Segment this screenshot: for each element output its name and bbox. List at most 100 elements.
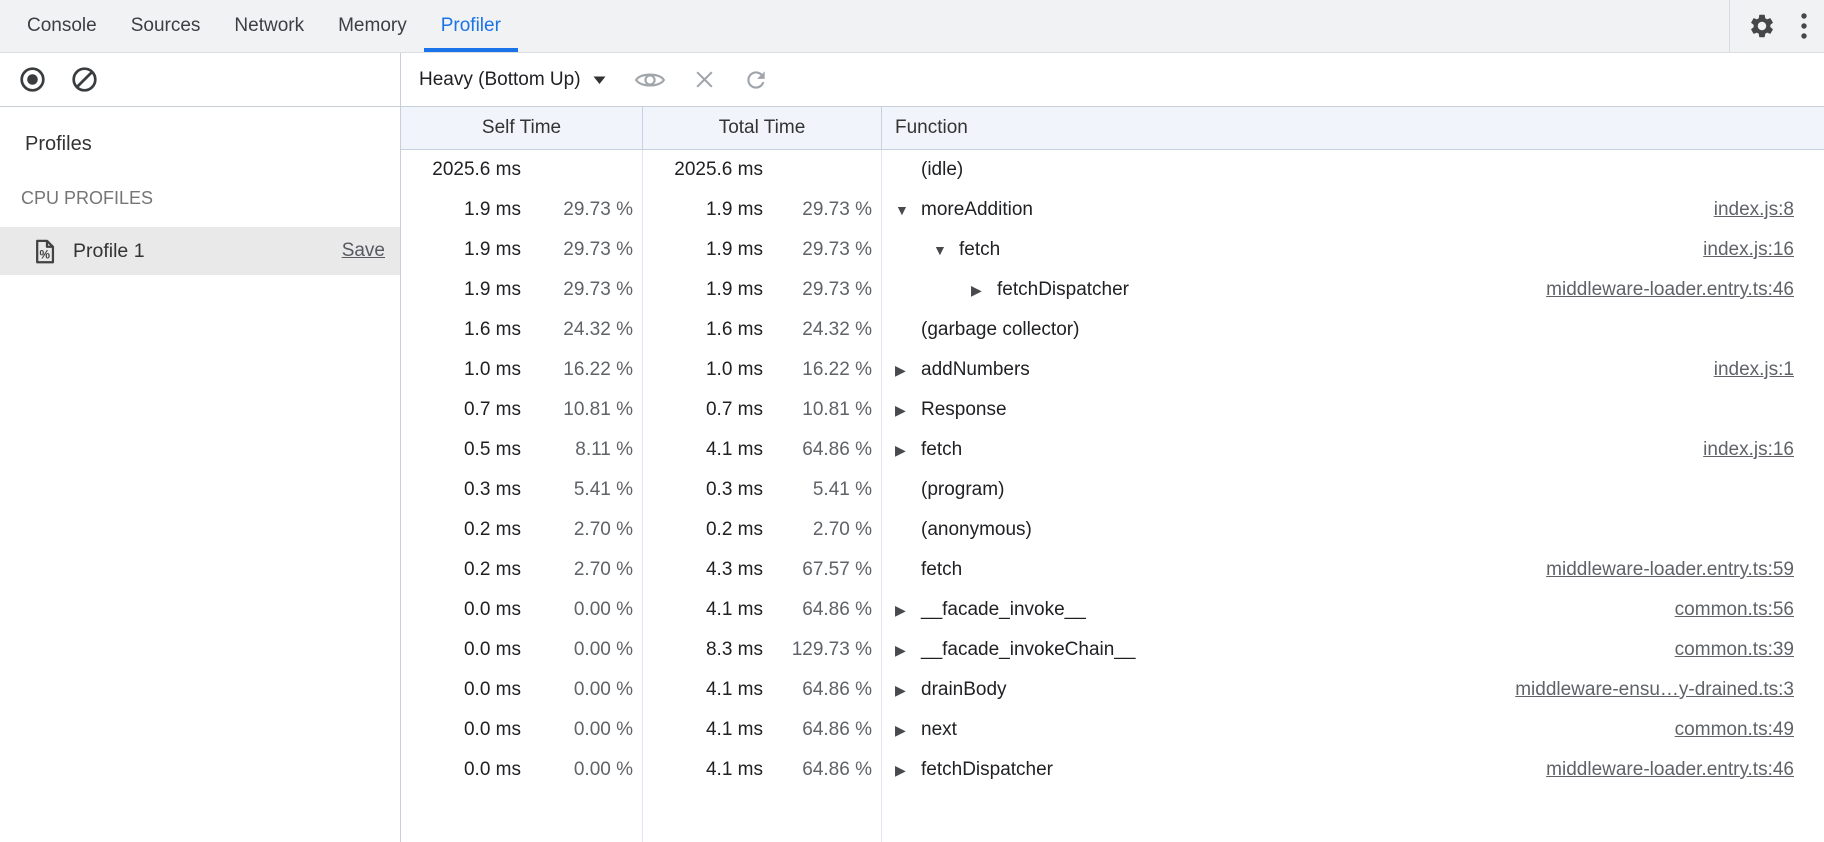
source-location-link[interactable]: common.ts:49 [1675, 719, 1794, 741]
profile-name: Profile 1 [73, 240, 145, 263]
column-header-function[interactable]: Function [882, 107, 1824, 149]
self-time-cell: 0.0 ms0.00 % [401, 630, 643, 670]
tab-network[interactable]: Network [217, 0, 321, 52]
source-location-link[interactable]: middleware-loader.entry.ts:59 [1546, 559, 1794, 581]
table-row[interactable]: 0.0 ms0.00 %4.1 ms64.86 %▶nextcommon.ts:… [401, 710, 1824, 750]
total-time-percent: 29.73 % [763, 279, 881, 301]
function-cell: (anonymous) [882, 510, 1824, 550]
self-time-cell: 0.2 ms2.70 % [401, 550, 643, 590]
chevron-right-icon[interactable]: ▶ [895, 363, 921, 377]
profile-list-item[interactable]: % Profile 1 Save [0, 227, 400, 275]
table-row[interactable]: 0.2 ms2.70 %0.2 ms2.70 %(anonymous) [401, 510, 1824, 550]
total-time-ms: 4.3 ms [643, 559, 763, 581]
profile-view-select[interactable]: Heavy (Bottom Up) [419, 69, 607, 91]
chevron-right-icon[interactable]: ▶ [971, 283, 997, 297]
table-row[interactable]: 1.9 ms29.73 %1.9 ms29.73 %▶fetchDispatch… [401, 270, 1824, 310]
table-row[interactable]: 0.0 ms0.00 %4.1 ms64.86 %▶fetchDispatche… [401, 750, 1824, 790]
tab-console[interactable]: Console [10, 0, 114, 52]
source-location-link[interactable]: middleware-loader.entry.ts:46 [1546, 759, 1794, 781]
tab-memory[interactable]: Memory [321, 0, 424, 52]
function-name: fetch [959, 239, 1000, 261]
chevron-right-icon[interactable]: ▶ [895, 403, 921, 417]
record-icon[interactable] [19, 66, 46, 93]
total-time-ms: 0.2 ms [643, 519, 763, 541]
function-cell: (program) [882, 470, 1824, 510]
total-time-ms: 4.1 ms [643, 679, 763, 701]
table-row[interactable]: 1.6 ms24.32 %1.6 ms24.32 %(garbage colle… [401, 310, 1824, 350]
source-location-link[interactable]: index.js:1 [1714, 359, 1794, 381]
table-row[interactable]: 1.0 ms16.22 %1.0 ms16.22 %▶addNumbersind… [401, 350, 1824, 390]
tabbar-right-controls [1729, 0, 1824, 52]
self-time-cell: 0.7 ms10.81 % [401, 390, 643, 430]
total-time-percent: 5.41 % [763, 479, 881, 501]
total-time-percent: 29.73 % [763, 199, 881, 221]
chevron-right-icon[interactable]: ▶ [895, 723, 921, 737]
function-name: fetch [921, 439, 962, 461]
total-time-ms: 0.3 ms [643, 479, 763, 501]
total-time-cell: 0.7 ms10.81 % [643, 390, 882, 430]
total-time-percent: 64.86 % [763, 679, 881, 701]
tab-sources[interactable]: Sources [114, 0, 218, 52]
source-location-link[interactable]: index.js:16 [1703, 239, 1794, 261]
total-time-cell: 1.9 ms29.73 % [643, 270, 882, 310]
self-time-cell: 0.3 ms5.41 % [401, 470, 643, 510]
table-row[interactable]: 0.5 ms8.11 %4.1 ms64.86 %▶fetchindex.js:… [401, 430, 1824, 470]
self-time-cell: 1.6 ms24.32 % [401, 310, 643, 350]
self-time-percent: 29.73 % [521, 239, 642, 261]
self-time-percent: 2.70 % [521, 519, 642, 541]
source-location-link[interactable]: middleware-ensu…y-drained.ts:3 [1515, 679, 1794, 701]
self-time-ms: 0.7 ms [401, 399, 521, 421]
self-time-cell: 1.0 ms16.22 % [401, 350, 643, 390]
self-time-percent: 0.00 % [521, 599, 642, 621]
source-location-link[interactable]: middleware-loader.entry.ts:46 [1546, 279, 1794, 301]
eye-icon[interactable] [634, 68, 666, 92]
source-location-link[interactable]: common.ts:56 [1675, 599, 1794, 621]
self-time-cell: 2025.6 ms [401, 150, 643, 190]
cpu-profiles-section-title: CPU PROFILES [21, 188, 400, 209]
refresh-icon[interactable] [743, 67, 769, 93]
chevron-right-icon[interactable]: ▶ [895, 443, 921, 457]
column-header-total-time[interactable]: Total Time [643, 107, 882, 149]
profile-document-icon: % [31, 238, 58, 265]
column-header-self-time[interactable]: Self Time [401, 107, 643, 149]
table-row[interactable]: 1.9 ms29.73 %1.9 ms29.73 %▼fetchindex.js… [401, 230, 1824, 270]
function-name: moreAddition [921, 199, 1033, 221]
total-time-percent: 64.86 % [763, 439, 881, 461]
function-name: __facade_invoke__ [921, 599, 1086, 621]
chevron-right-icon[interactable]: ▶ [895, 763, 921, 777]
function-name: (program) [921, 479, 1004, 501]
table-row[interactable]: 0.3 ms5.41 %0.3 ms5.41 %(program) [401, 470, 1824, 510]
total-time-cell: 4.1 ms64.86 % [643, 670, 882, 710]
table-row[interactable]: 2025.6 ms2025.6 ms(idle) [401, 150, 1824, 190]
close-icon[interactable] [693, 68, 716, 91]
chevron-right-icon[interactable]: ▶ [895, 603, 921, 617]
self-time-cell: 0.0 ms0.00 % [401, 750, 643, 790]
table-row[interactable]: 0.0 ms0.00 %4.1 ms64.86 %▶drainBodymiddl… [401, 670, 1824, 710]
source-location-link[interactable]: index.js:8 [1714, 199, 1794, 221]
chevron-right-icon[interactable]: ▶ [895, 643, 921, 657]
source-location-link[interactable]: common.ts:39 [1675, 639, 1794, 661]
gear-icon[interactable] [1748, 12, 1776, 40]
table-row[interactable]: 0.0 ms0.00 %8.3 ms129.73 %▶__facade_invo… [401, 630, 1824, 670]
function-cell: ▼fetch index.js:16 [882, 230, 1824, 270]
function-cell: ▶fetchDispatchermiddleware-loader.entry.… [882, 750, 1824, 790]
kebab-menu-icon[interactable] [1800, 10, 1808, 42]
chevron-down-icon[interactable]: ▼ [895, 203, 921, 217]
save-profile-link[interactable]: Save [342, 240, 385, 262]
source-location-link[interactable]: index.js:16 [1703, 439, 1794, 461]
clear-icon[interactable] [71, 66, 98, 93]
table-row[interactable]: 0.2 ms2.70 %4.3 ms67.57 %fetchmiddleware… [401, 550, 1824, 590]
table-row[interactable]: 0.7 ms10.81 %0.7 ms10.81 %▶Response [401, 390, 1824, 430]
chevron-right-icon[interactable]: ▶ [895, 683, 921, 697]
profiler-controls [0, 53, 401, 106]
total-time-cell: 1.9 ms29.73 % [643, 230, 882, 270]
chevron-down-icon[interactable]: ▼ [933, 243, 959, 257]
total-time-ms: 2025.6 ms [643, 159, 763, 181]
table-row[interactable]: 1.9 ms29.73 %1.9 ms29.73 %▼moreAdditioni… [401, 190, 1824, 230]
total-time-ms: 1.9 ms [643, 279, 763, 301]
total-time-percent: 64.86 % [763, 599, 881, 621]
table-row[interactable]: 0.0 ms0.00 %4.1 ms64.86 %▶__facade_invok… [401, 590, 1824, 630]
self-time-percent: 0.00 % [521, 759, 642, 781]
self-time-percent: 10.81 % [521, 399, 642, 421]
tab-profiler[interactable]: Profiler [424, 0, 518, 52]
